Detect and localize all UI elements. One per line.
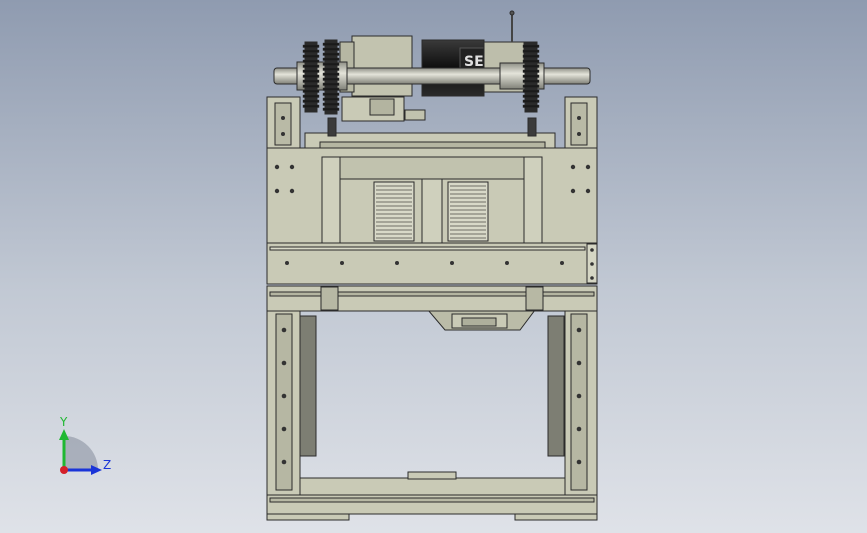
cad-viewport[interactable]: SE Y Z	[0, 0, 867, 533]
axis-triad: Y Z	[59, 415, 111, 475]
y-axis-arrowhead	[59, 429, 69, 440]
x-axis-origin	[60, 466, 68, 474]
z-axis-label: Z	[103, 458, 111, 472]
triad-quadrant	[64, 436, 98, 470]
y-axis-label: Y	[59, 415, 68, 429]
